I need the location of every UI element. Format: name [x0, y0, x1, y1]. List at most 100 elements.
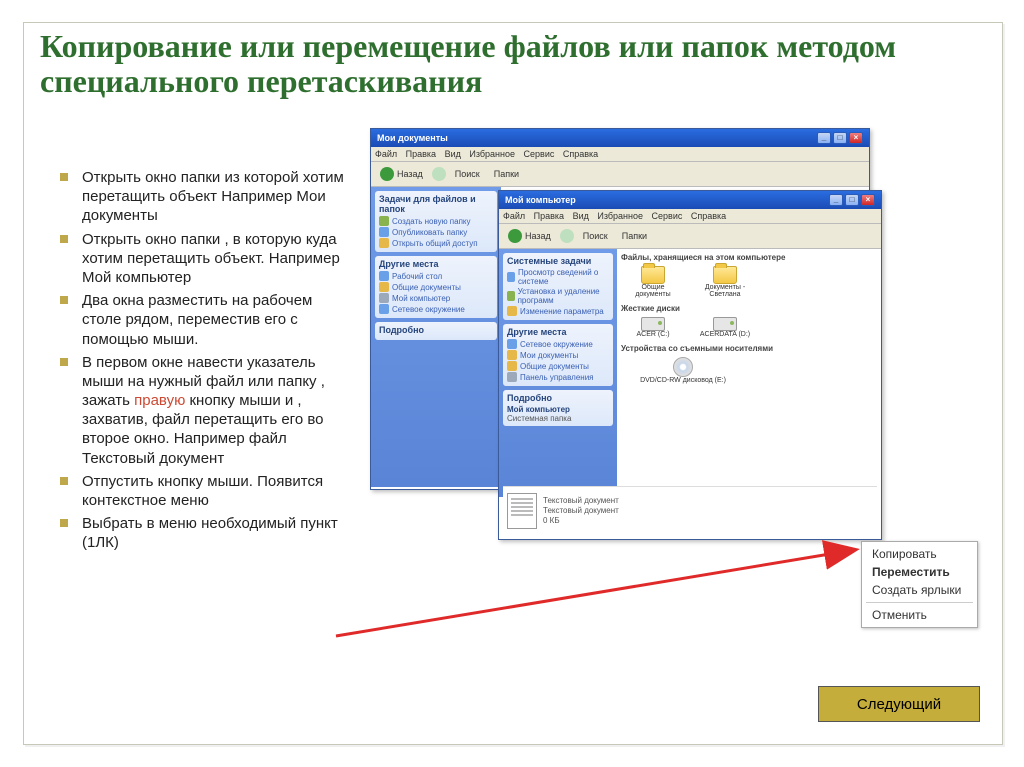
menu-item[interactable]: Файл: [375, 149, 397, 159]
details-panel: Подробно: [375, 322, 497, 340]
cd-icon: [673, 357, 693, 377]
place-link[interactable]: Общие документы: [507, 361, 609, 371]
folders-label: Папки: [622, 231, 647, 241]
place-link[interactable]: Панель управления: [507, 372, 609, 382]
menu-separator: [866, 602, 973, 603]
search-label: Поиск: [583, 231, 608, 241]
next-button[interactable]: Следующий: [818, 686, 980, 722]
minimize-icon[interactable]: _: [817, 132, 831, 144]
menu-item[interactable]: Правка: [534, 211, 564, 221]
bullet-item: Два окна разместить на рабочем столе ряд…: [60, 291, 355, 349]
menu-item[interactable]: Справка: [691, 211, 726, 221]
tasks-panel: Задачи для файлов и папок Создать новую …: [375, 191, 497, 252]
shared-docs-icon: [379, 282, 389, 292]
drive-icon: [713, 317, 737, 331]
bullet-item: Отпустить кнопку мыши. Появится контекст…: [60, 472, 355, 510]
place-link[interactable]: Мои документы: [507, 350, 609, 360]
menu-shortcuts[interactable]: Создать ярлыки: [862, 581, 977, 599]
bullet-item: В первом окне навести указатель мыши на …: [60, 353, 355, 468]
panel-heading: Системные задачи: [507, 256, 609, 266]
panel-heading: Подробно: [379, 325, 493, 335]
place-link[interactable]: Сетевое окружение: [507, 339, 609, 349]
item-label: DVD/CD-RW дисковод (E:): [640, 377, 726, 384]
search-button[interactable]: Поиск: [450, 167, 485, 181]
menu-item[interactable]: Правка: [406, 149, 436, 159]
close-icon[interactable]: ×: [861, 194, 875, 206]
addremove-icon: [507, 291, 515, 301]
bullet-item: Открыть окно папки , в которую куда хоти…: [60, 230, 355, 288]
folder-item[interactable]: Общие документы: [623, 266, 683, 298]
section-header: Жесткие диски: [621, 304, 881, 313]
window-buttons: _ □ ×: [829, 194, 875, 206]
forward-icon[interactable]: [432, 167, 446, 181]
network-icon: [507, 339, 517, 349]
place-link[interactable]: Сетевое окружение: [379, 304, 493, 314]
detail-type: Системная папка: [507, 414, 609, 423]
menu-item[interactable]: Вид: [573, 211, 589, 221]
task-link[interactable]: Установка и удаление программ: [507, 287, 609, 305]
info-icon: [507, 272, 515, 282]
toolbar: Назад Поиск Папки: [499, 224, 881, 249]
minimize-icon[interactable]: _: [829, 194, 843, 206]
window-title: Мой компьютер: [505, 195, 576, 205]
drive-icon: [641, 317, 665, 331]
content-area: Файлы, хранящиеся на этом компьютере Общ…: [617, 249, 881, 497]
menu-item[interactable]: Справка: [563, 149, 598, 159]
my-docs-icon: [507, 350, 517, 360]
task-link[interactable]: Опубликовать папку: [379, 227, 493, 237]
folders-button[interactable]: Папки: [489, 167, 524, 181]
place-link[interactable]: Рабочий стол: [379, 271, 493, 281]
menubar: Файл Правка Вид Избранное Сервис Справка: [371, 147, 869, 162]
drive-item[interactable]: ACERDATA (D:): [695, 317, 755, 338]
menu-item[interactable]: Избранное: [469, 149, 515, 159]
cd-item[interactable]: DVD/CD-RW дисковод (E:): [623, 357, 743, 384]
back-button[interactable]: Назад: [375, 165, 428, 183]
folder-icon: [713, 266, 737, 284]
back-label: Назад: [397, 169, 423, 179]
slide-frame: Копирование или перемещение файлов или п…: [23, 22, 1003, 745]
place-link[interactable]: Общие документы: [379, 282, 493, 292]
maximize-icon[interactable]: □: [845, 194, 859, 206]
panel-heading: Другие места: [507, 327, 609, 337]
desktop-icon: [379, 271, 389, 281]
share-icon: [379, 238, 389, 248]
menu-item[interactable]: Сервис: [524, 149, 555, 159]
forward-icon[interactable]: [560, 229, 574, 243]
maximize-icon[interactable]: □: [833, 132, 847, 144]
section-header: Устройства со съемными носителями: [621, 344, 881, 353]
task-link[interactable]: Просмотр сведений о системе: [507, 268, 609, 286]
window-buttons: _ □ ×: [817, 132, 863, 144]
menu-move[interactable]: Переместить: [862, 563, 977, 581]
titlebar: Мой компьютер _ □ ×: [499, 191, 881, 209]
close-icon[interactable]: ×: [849, 132, 863, 144]
back-button[interactable]: Назад: [503, 227, 556, 245]
menu-copy[interactable]: Копировать: [862, 545, 977, 563]
place-link[interactable]: Мой компьютер: [379, 293, 493, 303]
item-label: Документы - Светлана: [695, 284, 755, 298]
drive-item[interactable]: ACER (C:): [623, 317, 683, 338]
shared-docs-icon: [507, 361, 517, 371]
details-panel: Подробно Мой компьютер Системная папка: [503, 390, 613, 426]
toolbar: Назад Поиск Папки: [371, 162, 869, 187]
panel-heading: Задачи для файлов и папок: [379, 194, 493, 214]
doc-type: Текстовый документ: [543, 506, 619, 516]
system-tasks-panel: Системные задачи Просмотр сведений о сис…: [503, 253, 613, 320]
folders-button[interactable]: Папки: [617, 229, 652, 243]
menu-item[interactable]: Избранное: [597, 211, 643, 221]
panel-heading: Другие места: [379, 259, 493, 269]
menu-item[interactable]: Сервис: [652, 211, 683, 221]
dragged-doc[interactable]: Текстовый документ Текстовый документ 0 …: [503, 486, 877, 535]
menu-item[interactable]: Вид: [445, 149, 461, 159]
menu-cancel[interactable]: Отменить: [862, 606, 977, 624]
back-icon: [508, 229, 522, 243]
bullet-item: Выбрать в меню необходимый пункт (1ЛК): [60, 514, 355, 552]
bullet-item: Открыть окно папки из которой хотим пере…: [60, 168, 355, 226]
folder-new-icon: [379, 216, 389, 226]
task-link[interactable]: Открыть общий доступ: [379, 238, 493, 248]
folder-item[interactable]: Документы - Светлана: [695, 266, 755, 298]
search-button[interactable]: Поиск: [578, 229, 613, 243]
slide-title: Копирование или перемещение файлов или п…: [40, 29, 920, 99]
task-link[interactable]: Создать новую папку: [379, 216, 493, 226]
task-link[interactable]: Изменение параметра: [507, 306, 609, 316]
menu-item[interactable]: Файл: [503, 211, 525, 221]
